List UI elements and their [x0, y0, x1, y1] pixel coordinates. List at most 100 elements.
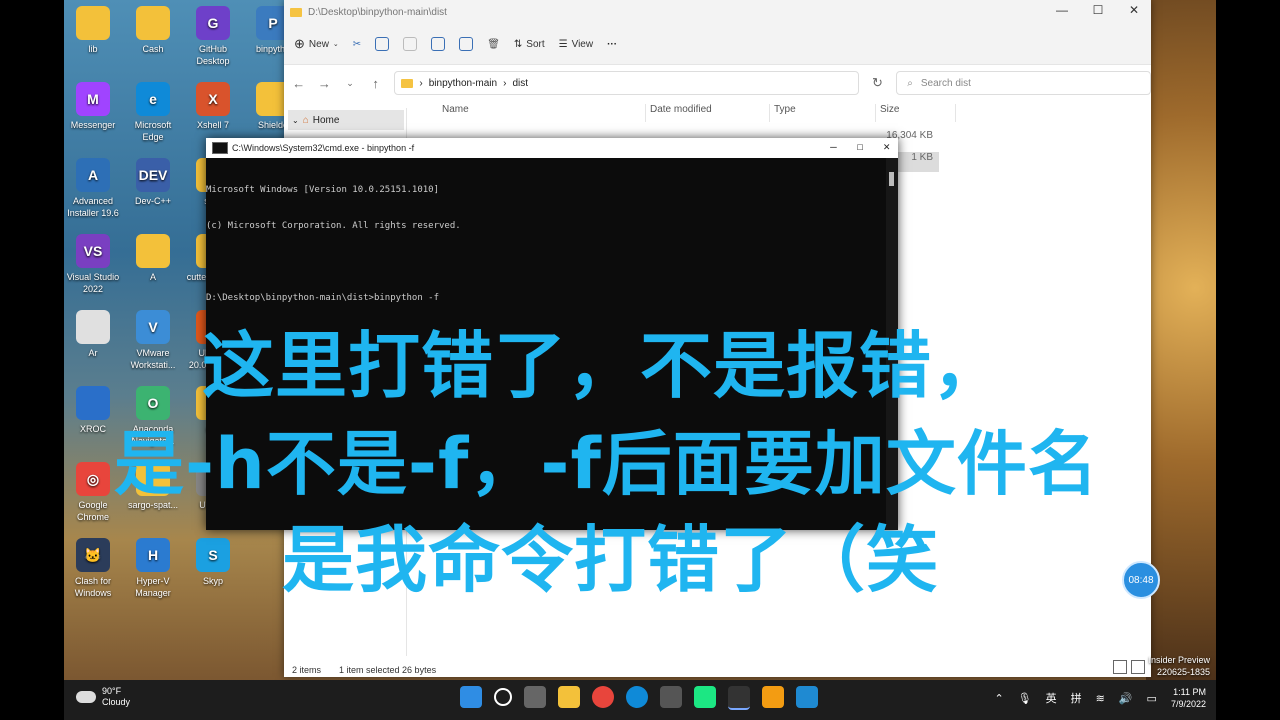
battery-icon[interactable]: ▭: [1147, 692, 1157, 705]
desktop-icon[interactable]: A Advanced Installer 19.6: [64, 158, 122, 219]
column-date-modified[interactable]: Date modified: [646, 104, 770, 122]
console-line: (c) Microsoft Corporation. All rights re…: [206, 221, 461, 231]
cut-icon[interactable]: ✂: [353, 39, 361, 50]
desktop-icon[interactable]: Cash: [124, 6, 182, 55]
insider-watermark: Insider Preview 220625-1835: [1148, 654, 1210, 678]
desktop-icon[interactable]: 🐱 Clash for Windows: [64, 538, 122, 599]
desktop-icon[interactable]: X Xshell 7: [184, 82, 242, 131]
app-icon: [136, 234, 170, 268]
search-icon[interactable]: [494, 688, 512, 706]
breadcrumb-item[interactable]: binpython-main: [429, 78, 497, 89]
desktop-icon[interactable]: V VMware Workstati...: [124, 310, 182, 371]
address-bar[interactable]: › binpython-main › dist: [394, 71, 859, 95]
new-button[interactable]: ⊕ New ⌄: [294, 36, 339, 52]
microphone-icon[interactable]: 🎙: [1018, 692, 1032, 705]
maximize-button[interactable]: ☐: [1087, 3, 1109, 17]
desktop-icon[interactable]: H Hyper-V Manager: [124, 538, 182, 599]
desktop-icon[interactable]: S Skyp: [184, 538, 242, 587]
console-output[interactable]: Microsoft Windows [Version 10.0.25151.10…: [206, 158, 898, 328]
folder-icon: [401, 78, 414, 88]
subtitle-line-3: 是我命令打错了（笑: [282, 518, 940, 602]
forward-arrow-icon[interactable]: →: [318, 76, 332, 91]
search-icon: ⌕: [907, 77, 913, 89]
chevron-up-icon[interactable]: ⌃: [994, 692, 1003, 705]
desktop-icon[interactable]: A: [124, 234, 182, 283]
rename-icon[interactable]: [431, 37, 446, 51]
copy-icon[interactable]: [375, 37, 390, 51]
column-name[interactable]: Name: [406, 104, 646, 122]
details-view-icon[interactable]: [1113, 660, 1127, 674]
paste-icon[interactable]: [403, 37, 418, 51]
desktop-icon-label: VMware Workstati...: [130, 348, 176, 370]
nav-item-home[interactable]: ⌄ ⌂ Home: [288, 110, 404, 130]
desktop-icon-label: Dev-C++: [134, 196, 171, 206]
start-icon[interactable]: [460, 686, 482, 708]
ime-mode[interactable]: 拼: [1071, 690, 1082, 706]
sort-button[interactable]: ⇅ Sort: [514, 39, 545, 50]
ime-language[interactable]: 英: [1046, 690, 1057, 706]
search-box[interactable]: ⌕ Search dist: [896, 71, 1151, 95]
up-arrow-icon[interactable]: ↑: [369, 76, 383, 91]
desktop-icon[interactable]: Ar: [64, 310, 122, 359]
explorer-titlebar: D:\Desktop\binpython-main\dist: [284, 0, 1151, 24]
desktop-icon-label: Cash: [142, 44, 164, 54]
app-icon: H: [136, 538, 170, 572]
plus-icon: ⊕: [294, 36, 305, 51]
app-icon: V: [136, 310, 170, 344]
view-button[interactable]: ☰ View: [559, 39, 593, 50]
desktop-icon[interactable]: M Messenger: [64, 82, 122, 131]
subtitle-line-2: 是-h不是-f，-f后面要加文件名: [114, 423, 1099, 505]
cmd-titlebar: C:\Windows\System32\cmd.exe - binpython …: [206, 138, 898, 158]
close-button[interactable]: ✕: [1123, 3, 1145, 17]
back-arrow-icon[interactable]: ←: [292, 76, 306, 91]
app-icon: [76, 6, 110, 40]
cloud-icon: [76, 691, 96, 703]
desktop-icon[interactable]: G GitHub Desktop: [184, 6, 242, 67]
desktop-icon-label: lib: [88, 44, 98, 54]
hulu-icon[interactable]: [694, 686, 716, 708]
more-button[interactable]: ···: [607, 39, 617, 50]
item-count: 2 items: [292, 665, 322, 675]
column-type[interactable]: Type: [770, 104, 876, 122]
desktop-icon[interactable]: e Microsoft Edge: [124, 82, 182, 143]
breadcrumb-item[interactable]: dist: [512, 78, 528, 89]
vmware-icon[interactable]: [762, 686, 784, 708]
tiles-view-icon[interactable]: [1131, 660, 1145, 674]
column-size[interactable]: Size: [876, 104, 956, 122]
task-view-icon[interactable]: [524, 686, 546, 708]
file-explorer-icon[interactable]: [558, 686, 580, 708]
edge-icon[interactable]: [626, 686, 648, 708]
timer-badge[interactable]: 08:48: [1122, 561, 1160, 599]
app-icon: 🐱: [76, 538, 110, 572]
app-icon: ◎: [76, 462, 110, 496]
weather-widget[interactable]: 90°F Cloudy: [76, 686, 130, 708]
desktop-icon[interactable]: VS Visual Studio 2022: [64, 234, 122, 295]
wifi-icon[interactable]: ≋: [1096, 692, 1105, 705]
chrome-icon[interactable]: [592, 686, 614, 708]
terminal-icon[interactable]: [728, 686, 750, 710]
delete-icon[interactable]: 🗑: [487, 39, 500, 50]
store-icon[interactable]: [660, 686, 682, 708]
recent-chevron-icon[interactable]: ⌄: [343, 78, 357, 89]
scrollbar-thumb[interactable]: [889, 172, 894, 186]
clock[interactable]: 1:11 PM 7/9/2022: [1171, 686, 1206, 710]
app-icon: S: [196, 538, 230, 572]
share-icon[interactable]: [459, 37, 474, 51]
desktop-icon[interactable]: DEV Dev-C++: [124, 158, 182, 207]
refresh-icon[interactable]: ↻: [871, 75, 885, 91]
minimize-button[interactable]: —: [1051, 3, 1073, 17]
minimize-button[interactable]: —: [830, 140, 837, 153]
close-button[interactable]: ✕: [883, 140, 890, 153]
chevron-down-icon: ⌄: [332, 41, 339, 48]
desktop-icon-label: Clash for Windows: [74, 576, 112, 598]
app-icon: A: [76, 158, 110, 192]
desktop-icon[interactable]: lib: [64, 6, 122, 55]
vscode-icon[interactable]: [796, 686, 818, 708]
app-icon: [136, 6, 170, 40]
temperature: 90°F: [102, 686, 122, 696]
volume-icon[interactable]: 🔊: [1119, 692, 1133, 705]
view-icon: ☰: [558, 38, 568, 50]
search-placeholder: Search dist: [920, 77, 971, 89]
desktop-icon-label: GitHub Desktop: [196, 44, 230, 66]
maximize-button[interactable]: ☐: [857, 140, 864, 153]
